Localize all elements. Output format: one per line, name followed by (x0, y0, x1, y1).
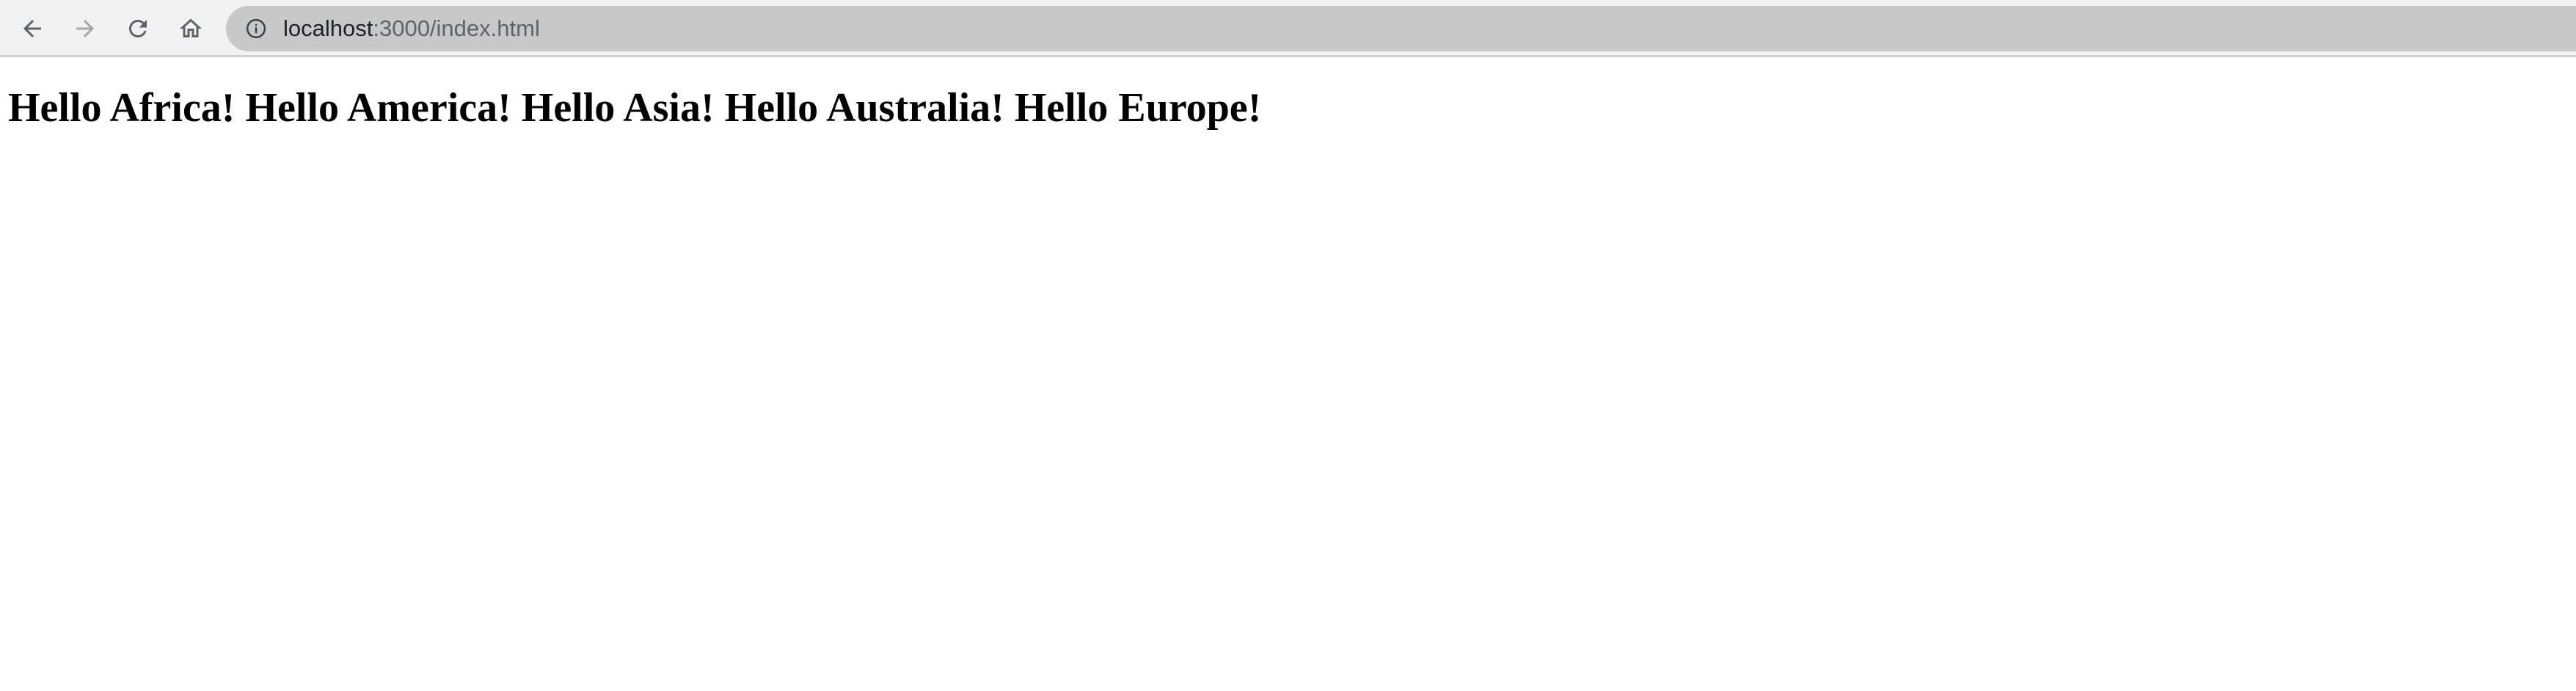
address-bar[interactable]: localhost:3000/index.html (226, 6, 2576, 51)
reload-button[interactable] (117, 8, 158, 49)
info-circle-icon[interactable] (245, 18, 267, 40)
reload-icon (129, 19, 147, 37)
browser-toolbar: localhost:3000/index.html (0, 0, 2576, 57)
arrow-left-icon (23, 20, 41, 37)
url-text: localhost:3000/index.html (283, 6, 540, 51)
page-content: Hello Africa! Hello America! Hello Asia!… (0, 59, 2576, 691)
back-button[interactable] (12, 8, 53, 49)
home-icon (180, 18, 202, 37)
url-host: localhost (283, 15, 373, 41)
page-heading: Hello Africa! Hello America! Hello Asia!… (8, 85, 1262, 131)
url-path: :3000/index.html (373, 15, 540, 41)
forward-button[interactable] (65, 8, 106, 49)
home-button[interactable] (170, 8, 211, 49)
arrow-right-icon (76, 20, 94, 37)
